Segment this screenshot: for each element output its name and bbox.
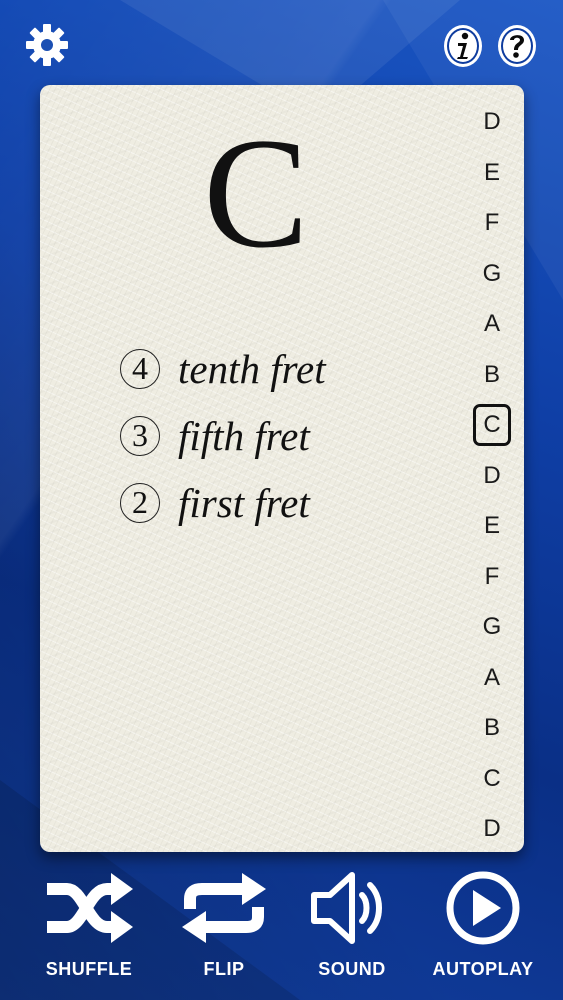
- help-button[interactable]: [497, 24, 537, 68]
- note-index-item-selected[interactable]: C: [472, 400, 512, 451]
- shuffle-icon: [47, 873, 133, 943]
- note-index-item[interactable]: D: [472, 451, 512, 502]
- info-icon: [444, 25, 482, 67]
- note-index: D E F G A B C D E F G A B C D: [472, 97, 512, 855]
- note-name: C: [203, 106, 309, 281]
- fret-label: first fret: [178, 479, 310, 526]
- note-index-item[interactable]: G: [472, 249, 512, 300]
- note-index-item[interactable]: G: [472, 602, 512, 653]
- flip-icon: [182, 873, 266, 943]
- help-icon: [498, 25, 536, 67]
- shuffle-label: SHUFFLE: [45, 959, 133, 979]
- string-number: 3: [120, 415, 160, 456]
- note-index-item[interactable]: E: [472, 501, 512, 552]
- speaker-icon: [311, 872, 382, 944]
- note-index-item[interactable]: D: [472, 97, 512, 148]
- fret-label: tenth fret: [178, 345, 326, 392]
- note-index-item[interactable]: F: [472, 552, 512, 603]
- flip-label: FLIP: [203, 959, 245, 979]
- note-index-item[interactable]: E: [472, 148, 512, 199]
- fret-label: fifth fret: [178, 412, 310, 459]
- fret-position: 2 first fret: [120, 469, 326, 536]
- note-index-item[interactable]: A: [472, 653, 512, 704]
- note-index-item[interactable]: F: [472, 198, 512, 249]
- gear-icon: [26, 24, 68, 66]
- autoplay-label: AUTOPLAY: [432, 959, 534, 979]
- settings-button[interactable]: [24, 22, 70, 68]
- autoplay-button[interactable]: AUTOPLAY: [423, 865, 543, 980]
- shuffle-button[interactable]: SHUFFLE: [29, 865, 149, 980]
- play-icon: [446, 871, 520, 945]
- sound-label: SOUND: [318, 959, 386, 979]
- sound-button[interactable]: SOUND: [292, 865, 412, 980]
- note-index-item[interactable]: B: [472, 350, 512, 401]
- note-index-item[interactable]: A: [472, 299, 512, 350]
- note-index-item[interactable]: C: [472, 754, 512, 805]
- note-index-item[interactable]: B: [472, 703, 512, 754]
- bottom-toolbar: SHUFFLE FLIP SOUND AUTOPLAY: [0, 865, 563, 1000]
- fret-position: 3 fifth fret: [120, 402, 326, 469]
- fret-position: 4 tenth fret: [120, 335, 326, 402]
- flashcard[interactable]: C 4 tenth fret 3 fifth fret 2 first fret…: [40, 85, 524, 852]
- string-number: 4: [120, 348, 160, 389]
- fret-positions: 4 tenth fret 3 fifth fret 2 first fret: [120, 335, 326, 536]
- note-index-item[interactable]: D: [472, 804, 512, 855]
- string-number: 2: [120, 482, 160, 523]
- info-button[interactable]: [443, 24, 483, 68]
- flip-button[interactable]: FLIP: [164, 865, 284, 980]
